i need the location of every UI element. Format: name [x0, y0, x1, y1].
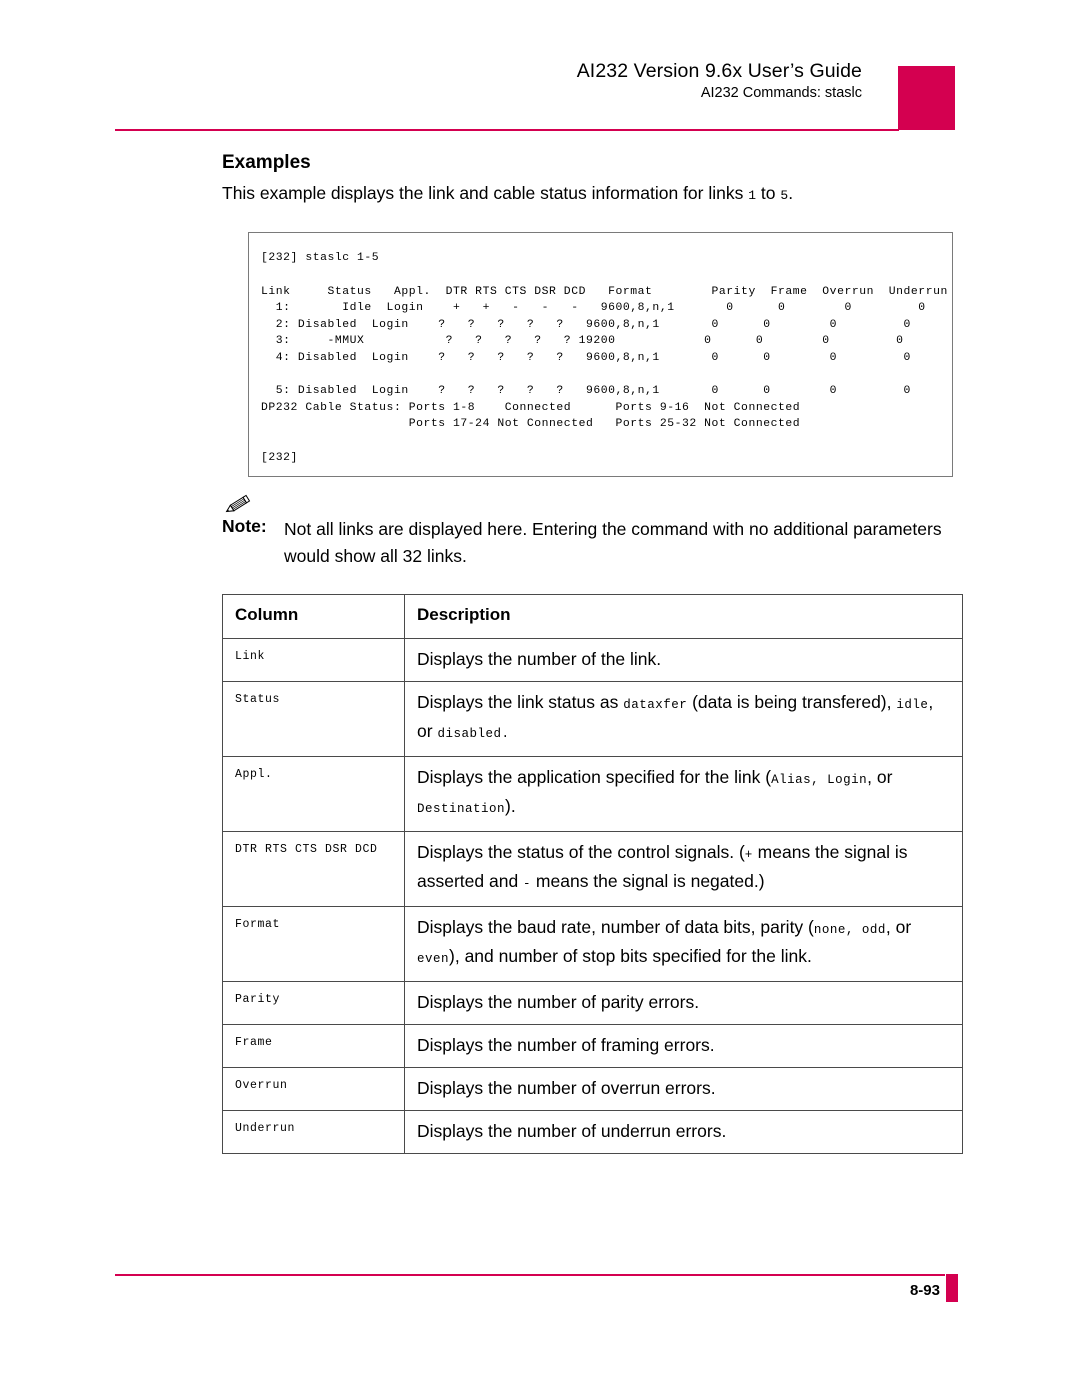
document-title: AI232 Version 9.6x User’s Guide — [576, 60, 862, 82]
description-text-fragment: Displays the status of the control signa… — [417, 842, 745, 862]
table-body: Link Displays the number of the link. Stat… — [222, 638, 963, 1154]
description-code-fragment: Alias — [771, 773, 812, 787]
intro-text-mid: to — [756, 183, 781, 203]
table-cell-description: Displays the baud rate, number of data b… — [404, 906, 963, 982]
table-cell-column-name: DTR RTS CTS DSR DCD — [222, 831, 405, 907]
table-row: Frame Displays the number of framing erro… — [222, 1024, 963, 1068]
footer-accent-block — [946, 1274, 958, 1302]
description-text-fragment: Displays the number of parity errors. — [417, 992, 700, 1012]
description-text-fragment: Displays the application specified for t… — [417, 767, 772, 787]
description-code-fragment: , — [811, 773, 828, 787]
description-code-fragment: none — [813, 923, 846, 937]
header-accent-block — [898, 66, 955, 130]
header-rule — [115, 129, 899, 131]
table-cell-column-name: Appl. — [222, 756, 405, 832]
description-text-fragment: , or — [885, 917, 912, 937]
table-cell-description: Displays the number of overrun errors. — [404, 1067, 963, 1111]
description-code-fragment: + — [744, 848, 753, 862]
description-text-fragment: , or — [867, 767, 893, 787]
column-description-table: Column Description Link Displays the numb… — [222, 594, 963, 1154]
table-cell-column-name: Link — [222, 638, 405, 682]
section-heading-examples: Examples — [222, 152, 311, 173]
table-row: Appl. Displays the application specified … — [222, 756, 963, 832]
table-row: Status Displays the link status as dataxf… — [222, 681, 963, 757]
table-row: Underrun Displays the number of underrun … — [222, 1110, 963, 1154]
description-text-fragment: Displays the number of the link. — [417, 649, 662, 669]
description-text-fragment: Displays the link status as — [417, 692, 624, 712]
table-cell-description: Displays the number of the link. — [404, 638, 963, 682]
examples-intro-paragraph: This example displays the link and cable… — [222, 183, 793, 204]
table-cell-description: Displays the status of the control signa… — [404, 831, 963, 907]
description-code-fragment: - — [523, 877, 532, 891]
description-code-fragment: dataxfer — [623, 698, 688, 712]
note-label: Note: — [222, 516, 267, 536]
description-code-fragment: even — [417, 952, 450, 966]
table-cell-description: Displays the link status as dataxfer (da… — [404, 681, 963, 757]
description-code-fragment: , — [845, 923, 862, 937]
table-cell-column-name: Status — [222, 681, 405, 757]
table-header-row: Column Description — [222, 594, 963, 639]
description-code-fragment: . — [501, 727, 510, 741]
table-cell-column-name: Parity — [222, 981, 405, 1025]
table-row: Parity Displays the number of parity erro… — [222, 981, 963, 1025]
table-cell-description: Displays the application specified for t… — [404, 756, 963, 832]
intro-text-after: . — [788, 183, 794, 203]
table-row: Format Displays the baud rate, number of … — [222, 906, 963, 982]
table-cell-column-name: Format — [222, 906, 405, 982]
page-header: AI232 Version 9.6x User’s Guide AI232 Co… — [0, 0, 1080, 140]
description-text-fragment: Displays the number of underrun errors. — [417, 1121, 727, 1141]
description-text-fragment: Displays the number of framing errors. — [417, 1035, 715, 1055]
table-row: DTR RTS CTS DSR DCD Displays the status o… — [222, 831, 963, 907]
description-code-fragment: odd — [861, 923, 886, 937]
page-number: 8-93 — [909, 1282, 940, 1299]
footer-rule — [115, 1274, 945, 1276]
table-cell-description: Displays the number of framing errors. — [404, 1024, 963, 1068]
description-text-fragment: Displays the number of overrun errors. — [417, 1078, 716, 1098]
description-text-fragment: means the signal is negated.) — [531, 871, 765, 891]
description-code-fragment: idle — [896, 698, 929, 712]
note-body: Not all links are displayed here. Enteri… — [284, 519, 942, 566]
table-cell-description: Displays the number of underrun errors. — [404, 1110, 963, 1154]
description-text-fragment: Displays the baud rate, number of data b… — [417, 917, 814, 937]
table-cell-column-name: Overrun — [222, 1067, 405, 1111]
intro-link-start: 1 — [748, 188, 757, 203]
terminal-output-box: [232] staslc 1-5 Link Status Appl. DTR R… — [248, 232, 953, 477]
table-row: Link Displays the number of the link. — [222, 638, 963, 682]
table-cell-column-name: Underrun — [222, 1110, 405, 1154]
intro-text-before: This example displays the link and cable… — [222, 183, 749, 203]
description-code-fragment: Login — [827, 773, 868, 787]
table-row: Overrun Displays the number of overrun er… — [222, 1067, 963, 1111]
description-code-fragment: Destination — [417, 802, 506, 816]
document-subtitle: AI232 Commands: staslc — [700, 85, 862, 101]
description-text-fragment: ). — [505, 796, 516, 816]
description-text-fragment: ), and number of stop bits specified for… — [449, 946, 812, 966]
description-code-fragment: disabled — [437, 727, 502, 741]
table-header-column: Column — [222, 594, 405, 639]
terminal-output-text: [232] staslc 1-5 Link Status Appl. DTR R… — [261, 252, 948, 464]
pencil-icon — [222, 492, 256, 516]
description-text-fragment: (data is being transfered), — [687, 692, 897, 712]
page-footer: 8-93 — [0, 1255, 1080, 1345]
table-cell-column-name: Frame — [222, 1024, 405, 1068]
table-header-description: Description — [404, 594, 963, 639]
table-cell-description: Displays the number of parity errors. — [404, 981, 963, 1025]
